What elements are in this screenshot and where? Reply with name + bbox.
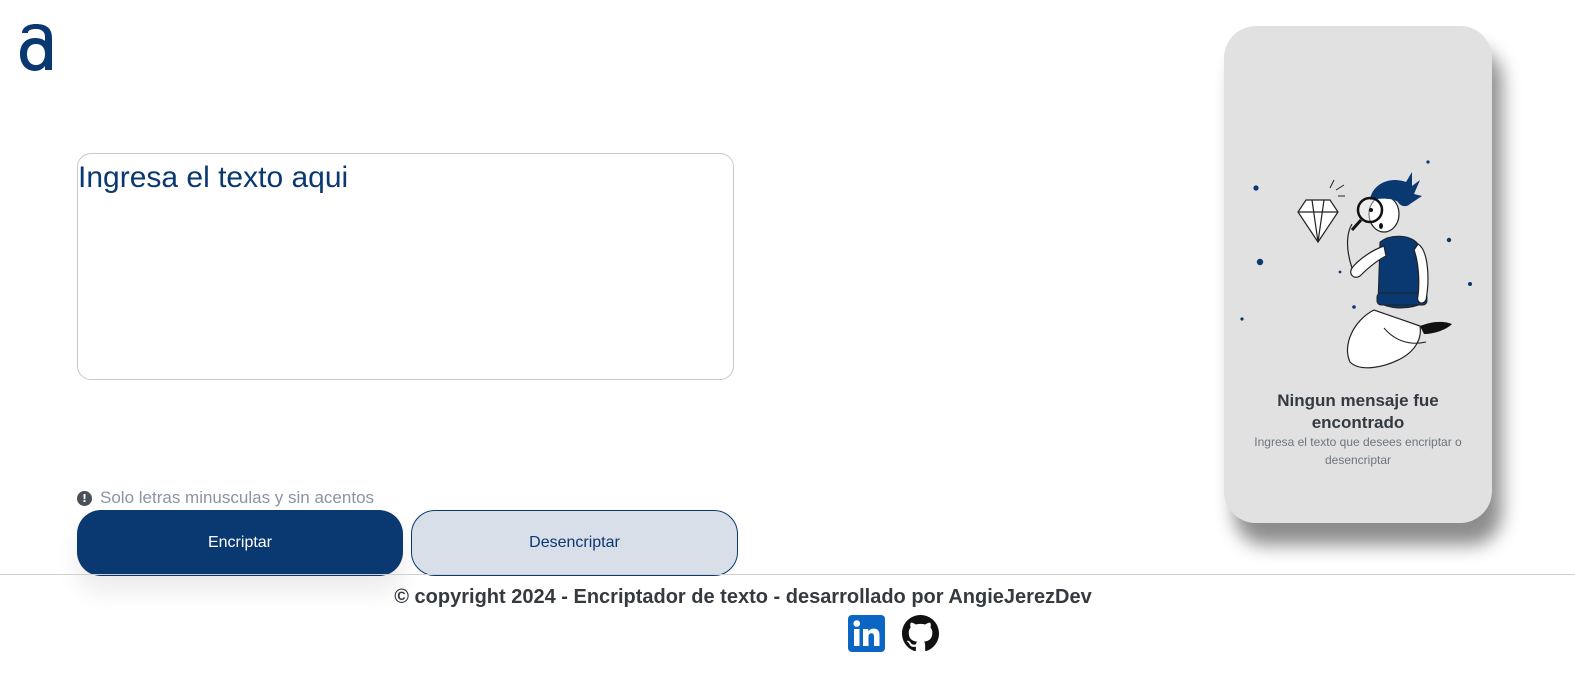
empty-state-title: Ningun mensaje fue encontrado bbox=[1277, 391, 1439, 432]
social-links bbox=[848, 615, 939, 652]
linkedin-link[interactable] bbox=[848, 615, 885, 652]
magnifying-glass-person-illustration bbox=[1240, 160, 1472, 369]
output-panel: Ningun mensaje fue encontrado Ingresa el… bbox=[1224, 26, 1492, 523]
encrypt-button[interactable]: Encriptar bbox=[77, 510, 403, 576]
logo-a-icon bbox=[20, 24, 52, 71]
brand-logo[interactable] bbox=[18, 22, 56, 76]
hint-text: Solo letras minusculas y sin acentos bbox=[100, 488, 375, 507]
decrypt-button[interactable]: Desencriptar bbox=[411, 510, 738, 576]
text-input[interactable] bbox=[77, 153, 734, 380]
input-hint: ! Solo letras minusculas y sin acentos bbox=[77, 487, 374, 509]
empty-state-subtitle: Ingresa el texto que desees encriptar o … bbox=[1254, 435, 1462, 467]
linkedin-icon bbox=[848, 615, 885, 652]
exclamation-circle-icon: ! bbox=[77, 490, 92, 506]
github-icon bbox=[902, 615, 939, 652]
github-link[interactable] bbox=[902, 615, 939, 652]
footer-copyright: © copyright 2024 - Encriptador de texto … bbox=[394, 586, 1092, 608]
footer-divider bbox=[0, 574, 1575, 575]
